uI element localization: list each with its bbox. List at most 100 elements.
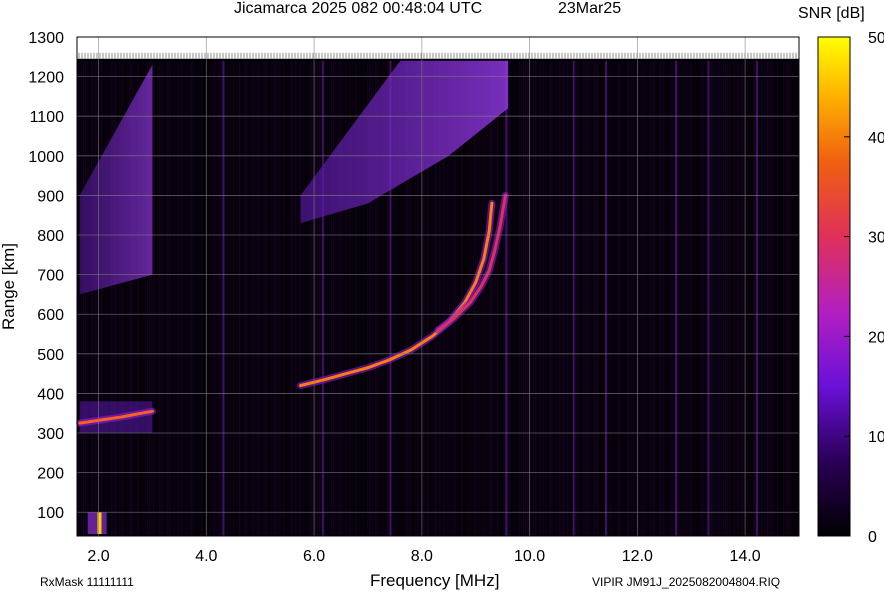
noise-column	[241, 60, 243, 537]
noise-column	[539, 60, 541, 537]
noise-column	[795, 60, 797, 537]
y-tick-label: 1000	[28, 149, 64, 166]
noise-column	[301, 60, 303, 537]
noise-column	[255, 60, 257, 537]
noise-column	[345, 60, 347, 537]
colorbar-tick-label: 30	[868, 230, 884, 247]
noise-column	[535, 60, 537, 537]
colorbar-tick-label: 20	[868, 329, 884, 346]
y-tick-label: 600	[37, 307, 64, 324]
x-axis-label: Frequency [MHz]	[370, 571, 500, 590]
noise-column	[643, 60, 645, 537]
noise-column	[725, 60, 727, 537]
interference-stripe	[222, 60, 225, 537]
noise-column	[187, 60, 189, 537]
chart-title: Jicamarca 2025 082 00:48:04 UTC	[234, 0, 483, 17]
noise-column	[247, 60, 249, 537]
noise-column	[315, 60, 317, 537]
noise-column	[777, 60, 779, 537]
noise-column	[179, 60, 181, 537]
noise-column	[281, 60, 283, 537]
noise-column	[271, 60, 273, 537]
interference-stripe	[572, 60, 575, 537]
noise-column	[483, 60, 485, 537]
noise-column	[231, 60, 233, 537]
noise-column	[741, 60, 743, 537]
noise-column	[215, 60, 217, 537]
noise-column	[299, 60, 301, 537]
noise-column	[197, 60, 199, 537]
noise-column	[239, 60, 241, 537]
noise-column	[779, 60, 781, 537]
noise-column	[525, 60, 527, 537]
noise-column	[309, 60, 311, 537]
noise-column	[153, 60, 155, 537]
noise-column	[515, 60, 517, 537]
x-tick-label: 10.0	[514, 548, 545, 565]
noise-column	[171, 60, 173, 537]
noise-column	[501, 60, 503, 537]
noise-column	[481, 60, 483, 537]
noise-column	[765, 60, 767, 537]
noise-column	[283, 60, 285, 537]
noise-column	[175, 60, 177, 537]
noise-column	[737, 60, 739, 537]
noise-column	[775, 60, 777, 537]
noise-column	[567, 60, 569, 537]
noise-column	[673, 60, 675, 537]
noise-column	[693, 60, 695, 537]
noise-column	[527, 60, 529, 537]
noise-column	[209, 60, 211, 537]
noise-column	[723, 60, 725, 537]
noise-column	[195, 60, 197, 537]
noise-column	[211, 60, 213, 537]
noise-column	[111, 60, 113, 537]
noise-column	[763, 60, 765, 537]
noise-column	[79, 60, 81, 537]
noise-column	[327, 60, 329, 537]
noise-column	[319, 60, 321, 537]
noise-column	[773, 60, 775, 537]
noise-column	[265, 60, 267, 537]
noise-column	[217, 60, 219, 537]
noise-column	[335, 60, 337, 537]
noise-column	[659, 60, 661, 537]
noise-column	[583, 60, 585, 537]
noise-column	[503, 60, 505, 537]
noise-column	[101, 60, 103, 537]
noise-column	[617, 60, 619, 537]
noise-column	[185, 60, 187, 537]
interference-stripe	[755, 60, 758, 537]
interference-stripe	[605, 60, 608, 537]
noise-column	[767, 60, 769, 537]
interference-stripe	[505, 60, 508, 537]
interference-stripe	[707, 60, 710, 537]
noise-column	[167, 60, 169, 537]
low-range-strong-echo	[97, 512, 102, 535]
noise-column	[289, 60, 291, 537]
noise-column	[715, 60, 717, 537]
noise-column	[781, 60, 783, 537]
noise-column	[553, 60, 555, 537]
noise-column	[655, 60, 657, 537]
noise-column	[513, 60, 515, 537]
y-tick-label: 1200	[28, 70, 64, 87]
noise-column	[221, 60, 223, 537]
noise-column	[787, 60, 789, 537]
noise-column	[627, 60, 629, 537]
noise-column	[273, 60, 275, 537]
noise-column	[489, 60, 491, 537]
noise-column	[579, 60, 581, 537]
noise-column	[671, 60, 673, 537]
noise-column	[699, 60, 701, 537]
noise-column	[89, 60, 91, 537]
noise-column	[491, 60, 493, 537]
noise-column	[233, 60, 235, 537]
noise-column	[191, 60, 193, 537]
colorbar	[817, 36, 851, 537]
noise-column	[641, 60, 643, 537]
noise-column	[665, 60, 667, 537]
noise-column	[791, 60, 793, 537]
noise-column	[329, 60, 331, 537]
noise-column	[609, 60, 611, 537]
